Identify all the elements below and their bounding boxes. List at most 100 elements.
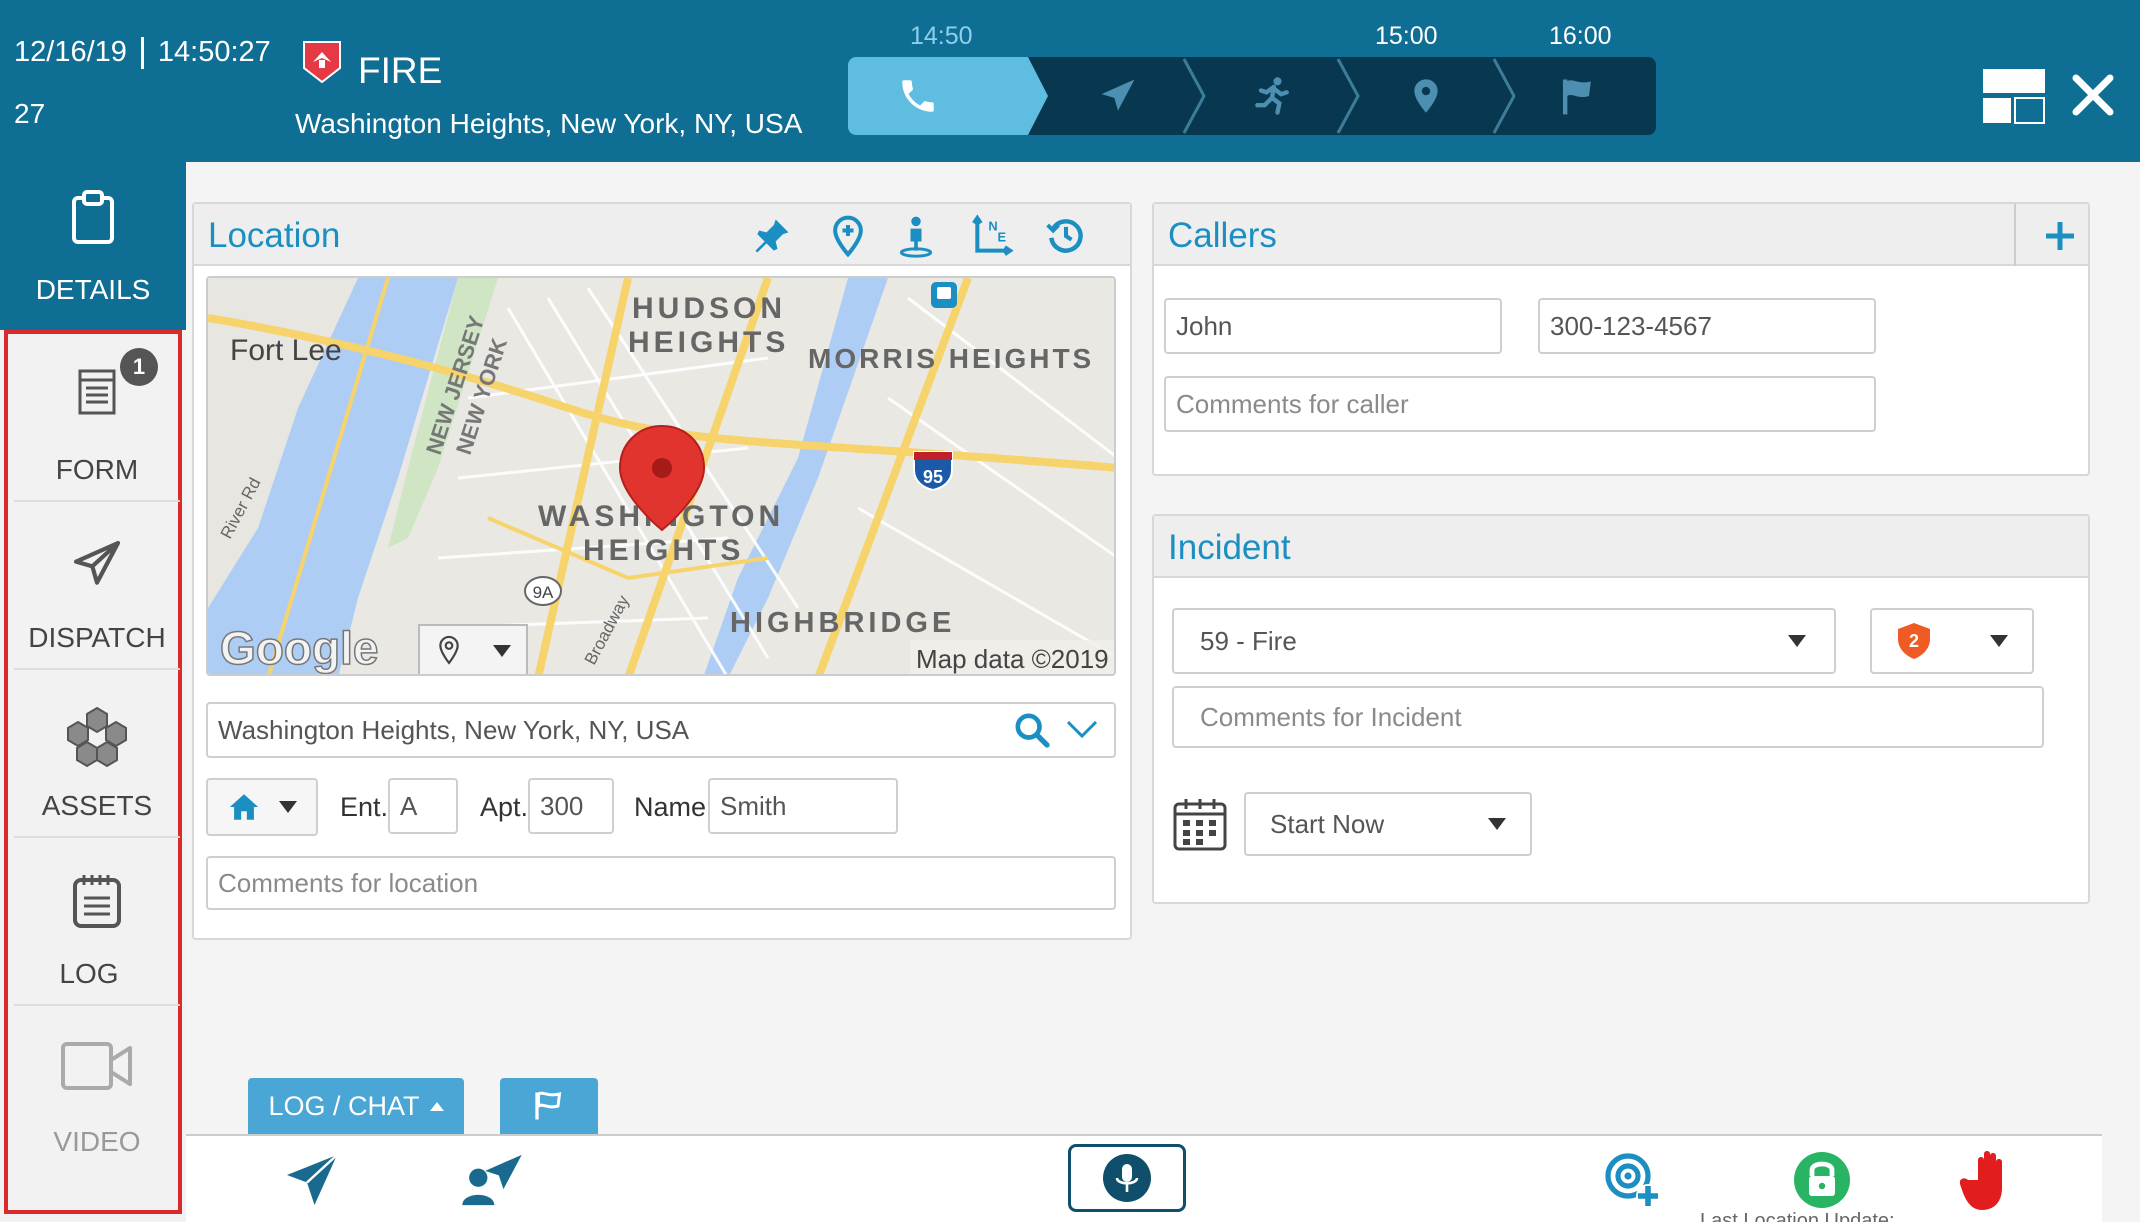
flag-icon — [535, 1091, 562, 1120]
incident-timeline[interactable] — [848, 57, 1656, 135]
location-name-input[interactable]: Smith — [708, 778, 898, 834]
person-location-icon[interactable] — [894, 214, 938, 258]
sidebar-item-label: LOG — [59, 958, 119, 989]
location-map[interactable]: 95 9A Fort Lee HUDSON HEIGHTS MORRIS HEI… — [206, 276, 1116, 676]
incident-priority-select[interactable]: 2 — [1870, 608, 2034, 674]
incident-title: Incident — [1168, 528, 1291, 567]
dispatch-unit-button[interactable] — [458, 1146, 526, 1214]
coordinates-icon[interactable]: N E — [970, 214, 1014, 258]
timeline-dispatch-icon[interactable] — [1078, 57, 1158, 135]
flag-tab[interactable] — [500, 1078, 598, 1134]
last-location-update-text: Last Location Update: — [1700, 1210, 1895, 1222]
search-icon[interactable] — [1012, 710, 1052, 750]
sidebar-item-details[interactable]: DETAILS — [0, 162, 186, 330]
add-location-pin-icon[interactable] — [826, 214, 870, 258]
start-time-select[interactable]: Start Now — [1244, 792, 1532, 856]
caller-comments-placeholder: Comments for caller — [1176, 388, 1409, 419]
location-comments-input[interactable]: Comments for location — [206, 856, 1116, 910]
entrance-input[interactable]: A — [388, 778, 458, 834]
sidebar-item-label: ASSETS — [41, 790, 153, 821]
timeline-onscene-pin-icon[interactable] — [1386, 57, 1466, 135]
lock-button[interactable] — [1788, 1146, 1856, 1214]
header-divider — [140, 37, 144, 70]
timeline-call-phone-icon[interactable] — [878, 57, 958, 135]
sidebar-item-label: DISPATCH — [28, 622, 166, 653]
chevron-down-icon — [1488, 818, 1506, 830]
priority-value: 2 — [1909, 631, 1919, 651]
fire-logo-icon — [303, 41, 341, 84]
map-canvas: 95 9A Fort Lee HUDSON HEIGHTS MORRIS HEI… — [208, 278, 1114, 674]
sidebar-item-form[interactable]: 1 FORM — [14, 334, 180, 502]
incident-comments-input[interactable]: Comments for Incident — [1172, 686, 2044, 748]
header-divider — [2014, 204, 2016, 266]
caller-phone-value: 300-123-4567 — [1550, 310, 1712, 341]
header-datetime: 12/16/19 14:50:27 — [14, 36, 271, 70]
stop-hand-button[interactable] — [1956, 1146, 2024, 1214]
map-label-fort-lee: Fort Lee — [230, 334, 342, 367]
app-window: 12/16/19 14:50:27 27 FIRE Washington Heig… — [0, 0, 2140, 1222]
map-label-hudson-1: HUDSON — [632, 292, 786, 325]
microphone-button[interactable] — [1068, 1144, 1186, 1212]
map-marker-type-dropdown[interactable] — [418, 624, 528, 674]
incident-header: 12/16/19 14:50:27 27 FIRE Washington Heig… — [0, 0, 2140, 162]
apartment-input[interactable]: 300 — [528, 778, 614, 834]
location-title: Location — [208, 216, 341, 255]
layout-toggle-icon[interactable] — [1982, 68, 2046, 124]
header-time: 14:50:27 — [157, 36, 271, 68]
google-logo: Google — [220, 622, 378, 674]
sidebar-item-log[interactable]: LOG — [14, 838, 180, 1006]
svg-text:N: N — [988, 219, 997, 234]
assets-icon — [67, 706, 127, 768]
dispatch-send-button[interactable] — [278, 1146, 346, 1214]
location-history-icon[interactable] — [1044, 214, 1088, 258]
incident-type-select[interactable]: 59 - Fire — [1172, 608, 1836, 674]
sidebar-item-video[interactable]: VIDEO — [14, 1006, 180, 1174]
incident-address: Washington Heights, New York, NY, USA — [295, 108, 803, 139]
form-count-badge: 1 — [120, 348, 158, 386]
home-icon — [229, 794, 259, 820]
route-95-label: 95 — [923, 467, 943, 487]
incident-type: FIRE — [358, 50, 443, 91]
video-icon — [61, 1042, 132, 1090]
address-search-input[interactable]: Washington Heights, New York, NY, USA — [206, 702, 1116, 758]
sidebar-item-label: FORM — [55, 454, 139, 485]
microphone-icon — [1103, 1154, 1151, 1202]
apartment-value: 300 — [540, 790, 584, 821]
chevron-down-icon — [1788, 635, 1806, 647]
log-chat-tab[interactable]: LOG / CHAT — [248, 1078, 464, 1134]
incident-type-value: 59 - Fire — [1200, 625, 1297, 656]
add-caller-plus-icon[interactable] — [2042, 218, 2078, 254]
calendar-icon[interactable] — [1172, 796, 1228, 852]
pin-tack-icon[interactable] — [750, 214, 794, 258]
timeline-enroute-running-icon[interactable] — [1232, 57, 1312, 135]
caller-name-value: John — [1176, 310, 1233, 341]
caller-phone-input[interactable]: 300-123-4567 — [1538, 298, 1876, 354]
start-time-value: Start Now — [1270, 808, 1385, 839]
send-plane-icon — [287, 1154, 338, 1205]
stop-hand-icon — [1960, 1151, 2002, 1210]
svg-text:E: E — [998, 230, 1007, 245]
user-send-icon — [462, 1154, 522, 1206]
lock-icon — [1794, 1152, 1850, 1208]
place-type-dropdown[interactable] — [206, 778, 318, 836]
log-chat-label: LOG / CHAT — [268, 1090, 420, 1121]
expand-chevron-down-icon[interactable] — [1064, 714, 1100, 744]
apartment-label: Apt. — [480, 792, 529, 822]
timeline-closed-flag-icon[interactable] — [1538, 57, 1618, 135]
caller-name-input[interactable]: John — [1164, 298, 1502, 354]
form-icon — [78, 369, 116, 415]
sidebar-item-dispatch[interactable]: DISPATCH — [14, 502, 180, 670]
sidebar-item-assets[interactable]: ASSETS — [14, 670, 180, 838]
priority-shield-icon: 2 — [1898, 623, 1930, 659]
entrance-value: A — [400, 790, 418, 821]
add-target-location-button[interactable] — [1598, 1146, 1666, 1214]
map-label-hudson-2: HEIGHTS — [628, 326, 789, 359]
route-9a-label: 9A — [533, 583, 554, 602]
caret-up-icon — [429, 1101, 444, 1111]
timeline-label-end: 16:00 — [1549, 22, 1612, 50]
caller-comments-input[interactable]: Comments for caller — [1164, 376, 1876, 432]
timeline-label-mid: 15:00 — [1375, 22, 1438, 50]
sidebar-item-label: DETAILS — [35, 274, 151, 305]
chevron-down-icon — [279, 801, 297, 813]
close-icon[interactable] — [2070, 72, 2116, 118]
